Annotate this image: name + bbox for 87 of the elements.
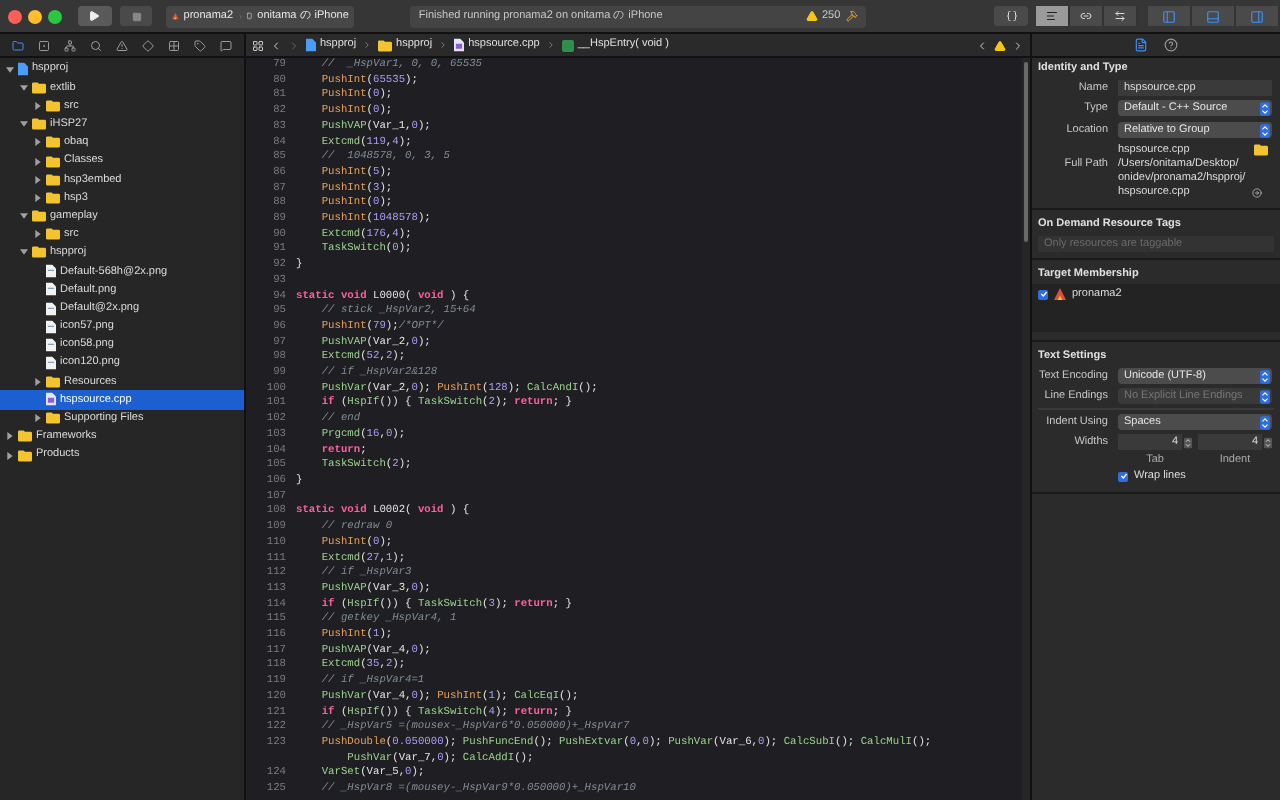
panel-toggle-button[interactable] xyxy=(1235,6,1280,26)
folder-icon xyxy=(18,449,32,462)
folder-icon xyxy=(32,210,46,223)
editor-mode-button[interactable] xyxy=(1103,6,1138,26)
source-control-icon[interactable] xyxy=(37,39,50,51)
left-panel-icon xyxy=(1161,9,1176,23)
stepper-icon xyxy=(1260,369,1270,383)
phone-icon xyxy=(246,10,254,22)
warning-icon[interactable] xyxy=(994,39,1006,51)
folder-icon xyxy=(32,81,46,94)
chevron-icon xyxy=(545,40,556,50)
folder-icon[interactable] xyxy=(11,39,24,51)
checkbox[interactable] xyxy=(1118,471,1128,481)
lines-icon xyxy=(1045,10,1058,22)
braces-icon xyxy=(1005,10,1018,22)
project-icon xyxy=(18,62,28,77)
reveal-icon[interactable] xyxy=(1252,188,1262,198)
file-icon xyxy=(46,264,56,279)
scroll-thumb[interactable] xyxy=(1024,62,1028,242)
disclosure-icon[interactable] xyxy=(6,451,14,460)
file-icon xyxy=(46,282,56,297)
chevron-icon xyxy=(438,40,449,50)
folder-icon xyxy=(46,375,60,388)
arrows-icon xyxy=(1113,10,1126,22)
disclosure-icon[interactable] xyxy=(6,432,14,441)
file-icon xyxy=(46,356,56,371)
panel-toggle-button[interactable] xyxy=(1191,6,1236,26)
stepper-icon xyxy=(1260,389,1270,403)
folder-icon xyxy=(1254,144,1268,156)
file-icon xyxy=(46,301,56,316)
folder-icon xyxy=(46,136,60,149)
hierarchy-icon[interactable] xyxy=(63,39,76,51)
chevron-icon xyxy=(362,40,373,50)
disclosure-icon[interactable] xyxy=(34,414,42,423)
help-icon[interactable] xyxy=(1164,38,1178,52)
minimize-icon[interactable] xyxy=(27,9,42,23)
diamond-icon[interactable] xyxy=(142,39,155,51)
editor-mode-button[interactable] xyxy=(1035,6,1070,26)
app-icon xyxy=(1054,288,1066,300)
next-issue-icon[interactable] xyxy=(1012,39,1024,51)
speech-bubble-icon[interactable] xyxy=(220,39,233,51)
right-panel-icon xyxy=(1249,9,1264,23)
folder-icon xyxy=(46,155,60,168)
folder-icon xyxy=(32,246,46,259)
stepper-icon[interactable] xyxy=(1184,435,1192,449)
project-icon xyxy=(306,38,316,52)
folder-icon xyxy=(46,191,60,204)
warning-icon xyxy=(805,10,818,22)
function-icon xyxy=(561,39,574,51)
link-icon xyxy=(1079,10,1092,22)
stop-button[interactable] xyxy=(119,6,153,26)
tag-icon[interactable] xyxy=(194,39,207,51)
source-file-icon xyxy=(454,38,465,52)
folder-icon xyxy=(46,173,60,186)
folder-icon xyxy=(46,99,60,112)
file-icon[interactable] xyxy=(1134,38,1148,52)
back-icon[interactable] xyxy=(270,39,282,51)
grid-icon[interactable] xyxy=(168,39,181,51)
stepper-icon xyxy=(1260,101,1270,115)
stepper-icon xyxy=(1260,415,1270,429)
panel-toggle-button[interactable] xyxy=(1147,6,1192,26)
stepper-icon[interactable] xyxy=(1264,435,1272,449)
previous-issue-icon[interactable] xyxy=(976,39,988,51)
play-icon xyxy=(88,10,101,22)
stepper-icon xyxy=(1260,123,1270,137)
search-icon[interactable] xyxy=(89,39,102,51)
warning-icon[interactable] xyxy=(115,39,128,51)
folder-icon xyxy=(18,430,32,443)
bottom-panel-icon xyxy=(1205,9,1220,23)
checkbox[interactable] xyxy=(1038,289,1048,299)
close-icon[interactable] xyxy=(8,9,22,23)
folder-icon xyxy=(32,118,46,131)
code-review-button[interactable] xyxy=(994,6,1028,26)
disclosure-icon[interactable] xyxy=(34,377,42,386)
hammer-icon xyxy=(846,10,859,22)
run-button[interactable] xyxy=(77,6,112,26)
stop-icon xyxy=(131,11,141,21)
zoom-icon[interactable] xyxy=(47,9,62,23)
editor-mode-button[interactable] xyxy=(1069,6,1104,26)
folder-icon xyxy=(46,412,60,425)
source-file-icon xyxy=(46,392,56,407)
file-icon xyxy=(46,337,56,352)
app-icon xyxy=(172,10,180,22)
file-icon xyxy=(46,319,56,334)
grid-icon[interactable] xyxy=(252,39,264,51)
folder-icon xyxy=(46,228,60,241)
folder-icon xyxy=(378,39,393,51)
